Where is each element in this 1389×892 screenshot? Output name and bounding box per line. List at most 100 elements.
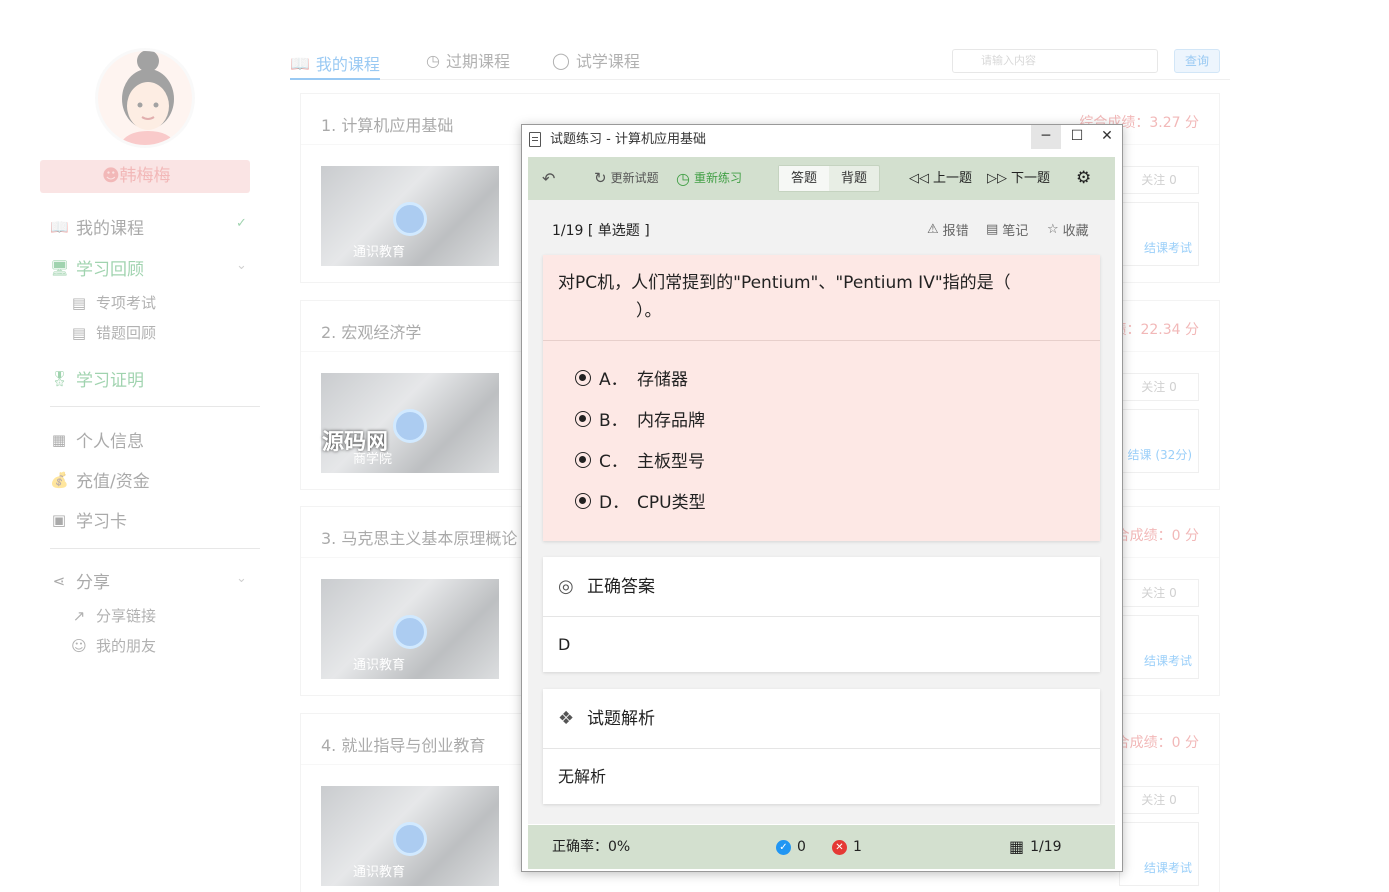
- question-progress[interactable]: ▦ 1/19: [1009, 825, 1062, 869]
- school-logo-icon: [393, 409, 427, 443]
- link-icon: ↗: [72, 606, 86, 625]
- sidebar-item-profile[interactable]: ▦ 个人信息: [50, 427, 144, 453]
- sidebar-item-study-card[interactable]: ▣ 学习卡: [50, 507, 127, 533]
- back-button[interactable]: ↶: [542, 157, 555, 200]
- question-header: 1/19 [ 单选题 ]: [552, 223, 650, 239]
- report-error-button[interactable]: ⚠ 报错: [927, 220, 969, 239]
- mode-recite-button[interactable]: 背题: [829, 166, 879, 191]
- follow-button[interactable]: 关注 0: [1119, 579, 1199, 607]
- practice-dialog: 试题练习 - 计算机应用基础 ─ ☐ ✕ ↶ ↻ 更新试题 ◷ 重新练习 答题 …: [521, 124, 1123, 872]
- search-button[interactable]: 查询: [1174, 49, 1220, 73]
- course-thumbnail[interactable]: 通识教育: [321, 579, 499, 679]
- monitor-icon: 🖥: [50, 258, 70, 277]
- analysis-text: 无解析: [558, 767, 607, 786]
- exam-button[interactable]: 结课考试: [1119, 615, 1199, 679]
- close-button[interactable]: ✕: [1092, 125, 1122, 149]
- note-icon: ▤: [986, 222, 999, 237]
- option-b[interactable]: B． 内存品牌: [575, 406, 705, 431]
- chevron-down-icon[interactable]: ⌄: [236, 571, 247, 586]
- card-icon: ▣: [51, 510, 67, 529]
- user-name: 韩梅梅: [119, 166, 171, 186]
- sidebar-item-recharge[interactable]: 💰 充值/资金: [50, 467, 150, 493]
- warning-icon: ⚠: [927, 222, 939, 237]
- radio-icon[interactable]: [575, 369, 591, 386]
- exam-button[interactable]: 结课 (32分): [1119, 409, 1199, 473]
- page: ☻ 韩梅梅 📖 我的课程 ✓ 🖥 学习回顾 ⌄ ▤ 专项考试 ▤ 错题回顾 🎖 …: [0, 0, 1389, 892]
- option-a[interactable]: A． 存储器: [575, 365, 688, 390]
- analysis-title: 试题解析: [587, 709, 655, 729]
- refresh-questions-button[interactable]: ↻ 更新试题: [594, 157, 659, 200]
- user-name-badge[interactable]: ☻ 韩梅梅: [40, 160, 250, 193]
- prev-icon: ◁◁: [909, 171, 929, 186]
- sidebar-item-wrong-review[interactable]: ▤ 错题回顾: [70, 322, 156, 343]
- refresh-icon: ↻: [594, 169, 607, 187]
- correct-answer-panel: ◎ 正确答案 D: [543, 557, 1100, 672]
- id-card-icon: ▦: [51, 430, 67, 449]
- analysis-panel: ❖ 试题解析 无解析: [543, 689, 1100, 804]
- note-button[interactable]: ▤ 笔记: [986, 220, 1028, 239]
- tab-my-courses[interactable]: 📖 我的课程: [290, 48, 380, 80]
- accuracy-label: 正确率：0%: [552, 839, 631, 855]
- mode-answer-button[interactable]: 答题: [779, 166, 829, 191]
- back-arrow-icon: ↶: [542, 169, 556, 188]
- exam-button[interactable]: 结课考试: [1119, 822, 1199, 886]
- gear-icon: ⚙: [1076, 168, 1092, 188]
- cubes-icon: ❖: [558, 708, 575, 729]
- book-icon: 📖: [50, 217, 69, 236]
- follow-button[interactable]: 关注 0: [1119, 373, 1199, 401]
- exam-button[interactable]: 结课考试: [1119, 202, 1199, 266]
- sidebar-item-share-link[interactable]: ↗ 分享链接: [70, 605, 156, 626]
- certificate-icon: 🎖: [50, 369, 70, 388]
- sidebar-item-my-courses[interactable]: 📖 我的课程: [50, 214, 144, 240]
- follow-button[interactable]: 关注 0: [1119, 786, 1199, 814]
- user-icon: ☻: [102, 166, 120, 186]
- prev-question-button[interactable]: ◁◁ 上一题: [909, 157, 972, 200]
- status-bar: 正确率：0% ✓ 0 ✕ 1 ▦ 1/19: [528, 825, 1115, 869]
- maximize-button[interactable]: ☐: [1062, 125, 1092, 149]
- radio-icon[interactable]: [575, 492, 591, 509]
- redo-practice-button[interactable]: ◷ 重新练习: [676, 157, 742, 200]
- option-c[interactable]: C． 主板型号: [575, 447, 705, 472]
- search-input[interactable]: 请输入内容: [952, 49, 1158, 73]
- dialog-title: 试题练习 - 计算机应用基础: [550, 132, 706, 147]
- watermark: 源码网: [322, 430, 389, 455]
- star-icon: ☆: [1047, 222, 1059, 237]
- answer-sheet-icon: ▦: [1009, 837, 1025, 856]
- school-logo-icon: [393, 615, 427, 649]
- correct-count: ✓ 0: [776, 825, 806, 869]
- question-divider: [543, 340, 1100, 341]
- sidebar-item-share[interactable]: ⋖ 分享: [50, 568, 110, 594]
- sidebar-item-special-exam[interactable]: ▤ 专项考试: [70, 292, 156, 313]
- clock-icon: ◷: [426, 50, 440, 70]
- tab-trial-courses[interactable]: ◯ 试学课程: [552, 48, 640, 72]
- next-icon: ▷▷: [987, 171, 1007, 186]
- next-question-button[interactable]: ▷▷ 下一题: [987, 157, 1050, 200]
- course-thumbnail[interactable]: 商学院: [321, 373, 499, 473]
- target-icon: ◎: [558, 576, 574, 597]
- book-icon: 📖: [290, 53, 310, 73]
- follow-button[interactable]: 关注 0: [1119, 166, 1199, 194]
- settings-button[interactable]: ⚙: [1076, 157, 1091, 200]
- minimize-button[interactable]: ─: [1031, 125, 1061, 149]
- option-d[interactable]: D． CPU类型: [575, 488, 706, 513]
- answer-title: 正确答案: [587, 577, 655, 597]
- question-content: 1/19 [ 单选题 ] ⚠ 报错 ▤ 笔记 ☆ 收藏 对PC机，人们常提到的"…: [528, 200, 1115, 824]
- favorite-button[interactable]: ☆ 收藏: [1047, 220, 1089, 239]
- sidebar-divider: [50, 406, 260, 407]
- shield-icon: ◯: [552, 50, 570, 70]
- radio-icon[interactable]: [575, 410, 591, 427]
- answer-value: D: [558, 635, 571, 654]
- tab-expired-courses[interactable]: ◷ 过期课程: [426, 48, 510, 72]
- radio-icon[interactable]: [575, 451, 591, 468]
- sidebar-item-friends[interactable]: ☺ 我的朋友: [70, 635, 156, 656]
- share-icon: ⋖: [52, 571, 66, 590]
- chevron-down-icon[interactable]: ⌄: [236, 258, 247, 273]
- avatar[interactable]: [95, 48, 195, 148]
- course-title: 1. 计算机应用基础: [321, 116, 454, 135]
- wrong-count: ✕ 1: [832, 825, 862, 869]
- school-logo-icon: [393, 822, 427, 856]
- sidebar-item-certificate[interactable]: 🎖 学习证明: [50, 366, 144, 392]
- course-thumbnail[interactable]: 通识教育: [321, 166, 499, 266]
- sidebar-item-study-review[interactable]: 🖥 学习回顾: [50, 255, 144, 281]
- course-thumbnail[interactable]: 通识教育: [321, 786, 499, 886]
